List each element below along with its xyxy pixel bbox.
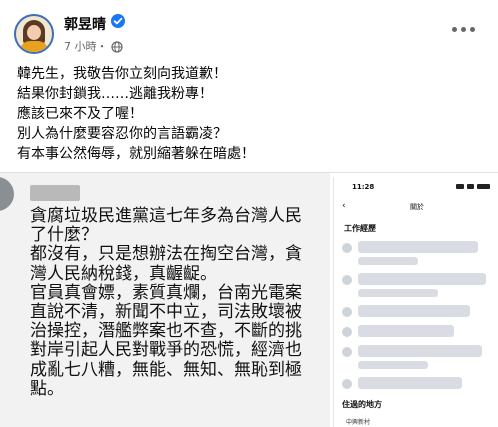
places-lived-heading: 住過的地方 [342, 400, 382, 409]
post-text-line: 別人為什麼要容忍你的言語霸凌？ [17, 126, 227, 142]
quote-line: 成亂七八糟，無能、無知、無恥到極 [30, 359, 302, 380]
phone-status-icons [456, 184, 492, 190]
post-timestamp[interactable]: 7 小時・ [64, 38, 108, 54]
blurred-row [358, 325, 454, 337]
quote-line: 都沒有，只是想辦法在掏空台灣，貪 [30, 244, 302, 265]
author-name[interactable]: 郭昱晴 [64, 14, 106, 34]
post-header: 郭昱晴 7 小時・ [0, 0, 498, 62]
blurred-row [358, 273, 486, 285]
quote-line: 直說不清，新聞不中立，司法敗壞被 [30, 301, 302, 322]
phone-about-screenshot: 11:28 ‹ 關於 工作經歷 住過的地方 中興新村 [333, 177, 498, 427]
attached-screenshot[interactable]: 貪腐垃圾民進黨這七年多為台灣人民 了什麼？ 都沒有，只是想辦法在掏空台灣，貪 灣… [0, 172, 498, 427]
post-text-line: 韓先生，我敬告你立刻向我道歉！ [17, 66, 227, 82]
commenter-avatar [0, 177, 14, 211]
blurred-row [358, 257, 418, 265]
blurred-icon [342, 379, 352, 389]
verified-badge-icon [111, 14, 125, 28]
blurred-icon [342, 243, 352, 253]
quote-line: 官員真會嫖，素質真爛，台南光電案 [30, 282, 302, 303]
back-arrow-icon: ‹ [342, 201, 346, 211]
blurred-row [358, 241, 478, 253]
blurred-icon [342, 307, 352, 317]
blurred-row [358, 305, 470, 317]
place-item: 中興新村 [346, 419, 371, 426]
post-text-line: 有本事公然侮辱，就別縮著躲在暗處！ [17, 146, 255, 162]
blurred-icon [342, 275, 352, 285]
blurred-row [358, 345, 482, 357]
more-options-icon[interactable] [452, 24, 476, 36]
quoted-comment-panel: 貪腐垃圾民進黨這七年多為台灣人民 了什麼？ 都沒有，只是想辦法在掏空台灣，貪 灣… [0, 173, 330, 427]
quote-line: 點。 [30, 378, 64, 399]
blurred-commenter-name [30, 185, 80, 201]
quote-line: 治操控，潛艦弊案也不查，不斷的挑 [30, 321, 302, 342]
quote-line: 貪腐垃圾民進黨這七年多為台灣人民 [30, 206, 302, 226]
author-avatar[interactable] [14, 14, 54, 54]
work-history-heading: 工作經歷 [344, 224, 376, 233]
phone-page-title: 關於 [410, 203, 424, 211]
blurred-icon [342, 347, 352, 357]
quote-line: 灣人民納稅錢，真齷齪。 [30, 263, 217, 284]
quote-line: 對岸引起人民對戰爭的恐慌，經濟也 [30, 340, 302, 361]
post-body: 韓先生，我敬告你立刻向我道歉！ 結果你封鎖我……逃離我粉專！ 應該已來不及了喔！… [17, 64, 487, 164]
blurred-row [358, 361, 428, 369]
post-text-line: 應該已來不及了喔！ [17, 106, 143, 122]
quote-line: 了什麼？ [30, 225, 98, 246]
post-text-line: 結果你封鎖我……逃離我粉專！ [17, 86, 213, 102]
phone-status-time: 11:28 [352, 183, 375, 191]
blurred-row [358, 289, 438, 297]
blurred-icon [342, 327, 352, 337]
globe-icon [111, 38, 123, 53]
quoted-comment-text: 貪腐垃圾民進黨這七年多為台灣人民 了什麼？ 都沒有，只是想辦法在掏空台灣，貪 灣… [30, 206, 330, 399]
blurred-row [358, 377, 462, 389]
